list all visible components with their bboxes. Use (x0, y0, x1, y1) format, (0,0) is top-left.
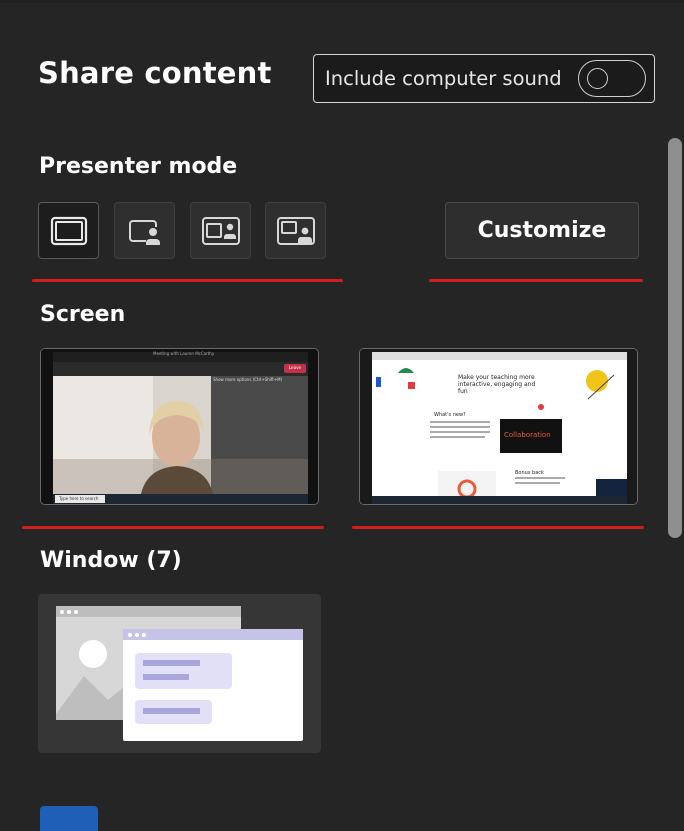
presenter-mode-side-by-side-button[interactable] (190, 202, 251, 259)
highlight-underline-screen-1 (22, 526, 324, 529)
screen-2-section-heading: What's new? (434, 412, 466, 418)
screen-1-search-placeholder: Type here to search (59, 496, 99, 501)
screen-thumbnail-2[interactable]: Make your teaching more interactive, eng… (359, 348, 638, 505)
toggle-switch[interactable] (578, 60, 646, 97)
highlight-underline-screen-2 (352, 526, 644, 529)
window-illustration-icon (56, 606, 303, 741)
bottom-action-button[interactable] (40, 806, 98, 831)
side-by-side-icon (201, 216, 240, 245)
window-section-title: Window (7) (40, 548, 182, 573)
toggle-knob (587, 68, 608, 89)
customize-button[interactable]: Customize (445, 202, 639, 259)
screen-1-caption: Show more options (Ctrl+Shift+M) (213, 377, 283, 382)
highlight-underline-presenter-modes (32, 279, 343, 282)
screen-2-headline: Make your teaching more interactive, eng… (458, 374, 536, 395)
screen-2-banner-text: Collaboration (504, 431, 551, 439)
scrollbar-thumb[interactable] (668, 138, 682, 538)
include-computer-sound-label: Include computer sound (325, 67, 562, 90)
presenter-mode-content-only-button[interactable] (38, 202, 99, 259)
presenter-mode-reporter-button[interactable] (265, 202, 326, 259)
presenter-mode-title: Presenter mode (39, 154, 238, 179)
panel-title: Share content (38, 56, 272, 90)
screen-1-window-title: Meeting with Lauren McCarthy (153, 351, 215, 356)
screen-thumbnail-1[interactable]: Meeting with Lauren McCarthy Leave Show … (40, 348, 319, 505)
highlight-underline-customize (429, 279, 643, 282)
screen-1-preview (41, 349, 318, 504)
reporter-icon (276, 216, 315, 245)
top-divider (0, 0, 684, 3)
screen-2-section-heading-2: Bonus back (515, 470, 544, 476)
window-picker-card[interactable] (38, 594, 321, 753)
include-computer-sound-toggle[interactable]: Include computer sound (313, 54, 655, 103)
presenter-mode-standout-button[interactable] (114, 202, 175, 259)
screen-2-preview (360, 349, 637, 504)
standout-icon (128, 219, 160, 245)
screen-section-title: Screen (40, 302, 126, 327)
content-only-icon (50, 216, 87, 245)
screen-1-leave-badge: Leave (289, 365, 301, 370)
